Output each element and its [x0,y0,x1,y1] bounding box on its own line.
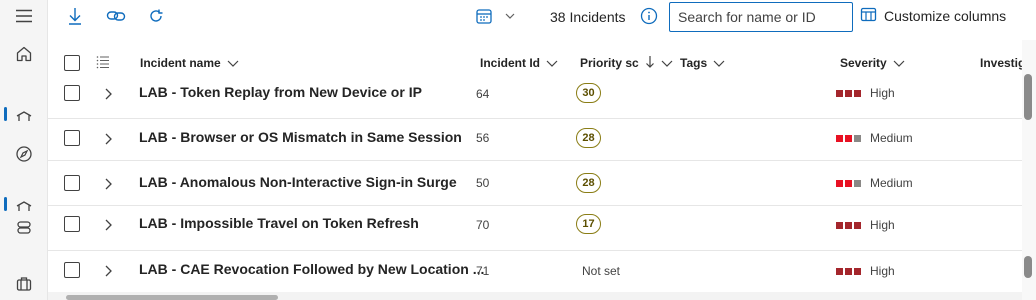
chevron-right-icon[interactable] [100,176,116,192]
severity-bar [845,221,852,229]
severity-indicator: High [836,264,895,278]
info-icon[interactable] [637,4,661,28]
horizontal-scroll-thumb[interactable] [66,295,278,300]
column-header-id[interactable]: Incident Id [480,52,558,74]
chevron-down-icon [227,56,239,70]
select-all-checkbox[interactable] [64,55,80,71]
chevron-right-icon[interactable] [100,131,116,147]
incidents-page: 38 Incidents Customize columns Incident … [0,0,1036,300]
severity-indicator: High [836,218,895,232]
column-header-investigation[interactable]: Investig [980,52,1022,74]
incident-name[interactable]: LAB - Anomalous Non-Interactive Sign-in … [139,174,457,190]
chevron-down-icon [713,56,725,70]
download-icon[interactable] [63,4,87,28]
chevron-right-icon[interactable] [100,217,116,233]
incident-id: 56 [476,131,490,145]
severity-bar [845,89,852,97]
shield-icon[interactable] [12,104,36,128]
severity-bar [845,179,852,187]
home-icon[interactable] [12,42,36,66]
chevron-right-icon[interactable] [100,263,116,279]
severity-bar [836,179,843,187]
priority-badge: 30 [576,83,601,103]
incident-name[interactable]: LAB - Browser or OS Mismatch in Same Ses… [139,129,462,145]
chevron-down-icon [546,56,558,70]
severity-label: High [870,218,895,232]
severity-indicator: Medium [836,176,913,190]
severity-bar [845,134,852,142]
chevron-down-icon [893,56,905,70]
sort-descending-icon [645,55,655,72]
briefcase-icon[interactable] [12,272,36,296]
incident-name[interactable]: LAB - Token Replay from New Device or IP [139,84,422,100]
priority-badge: 17 [576,214,601,234]
row-checkbox[interactable] [64,130,80,146]
row-checkbox[interactable] [64,175,80,191]
incident-id: 50 [476,176,490,190]
active-indicator [4,197,7,211]
severity-bar [836,134,843,142]
severity-label: High [870,86,895,100]
severity-label: Medium [870,131,913,145]
priority-badge: 28 [576,173,601,193]
calendar-icon[interactable] [472,4,496,28]
severity-bar [854,89,861,97]
incident-count: 38 Incidents [550,9,626,25]
active-indicator [4,107,7,121]
severity-indicator: High [836,86,895,100]
refresh-icon[interactable] [144,4,168,28]
incident-name[interactable]: LAB - Impossible Travel on Token Refresh [139,215,419,231]
row-checkbox[interactable] [64,216,80,232]
priority-badge: 28 [576,128,601,148]
severity-bar [854,221,861,229]
customize-columns-label: Customize columns [884,8,1007,24]
column-header-priority[interactable]: Priority sc [580,52,673,74]
incident-id: 64 [476,87,490,101]
column-header-tags[interactable]: Tags [680,52,725,74]
incident-name[interactable]: LAB - CAE Revocation Followed by New Loc… [139,261,484,277]
search-input[interactable] [669,2,853,32]
chevron-down-icon[interactable] [498,4,522,28]
left-nav-rail [0,0,48,300]
chevron-right-icon[interactable] [100,86,116,102]
customize-columns-button[interactable]: Customize columns [860,4,1006,28]
severity-bar [854,267,861,275]
severity-bar [854,134,861,142]
vertical-scroll-thumb[interactable] [1024,256,1032,278]
severity-indicator: Medium [836,131,913,145]
menu-icon[interactable] [12,4,36,28]
severity-label: Medium [870,176,913,190]
hunting-icon[interactable] [12,194,36,218]
severity-bar [836,221,843,229]
severity-bar [836,89,843,97]
columns-icon [860,7,878,26]
list-view-icon[interactable] [96,55,110,74]
severity-label: High [870,264,895,278]
column-header-severity[interactable]: Severity [840,52,905,74]
priority-not-set: Not set [582,264,621,278]
link-icon[interactable] [104,4,128,28]
vertical-scroll-thumb[interactable] [1024,74,1032,120]
compass-icon[interactable] [12,142,36,166]
row-checkbox[interactable] [64,85,80,101]
row-checkbox[interactable] [64,262,80,278]
database-icon[interactable] [12,216,36,240]
severity-bar [836,267,843,275]
incident-id: 70 [476,218,490,232]
column-header-name[interactable]: Incident name [140,52,239,74]
incident-id: 71 [476,264,490,278]
severity-bar [854,179,861,187]
severity-bar [845,267,852,275]
chevron-down-icon [661,56,673,70]
